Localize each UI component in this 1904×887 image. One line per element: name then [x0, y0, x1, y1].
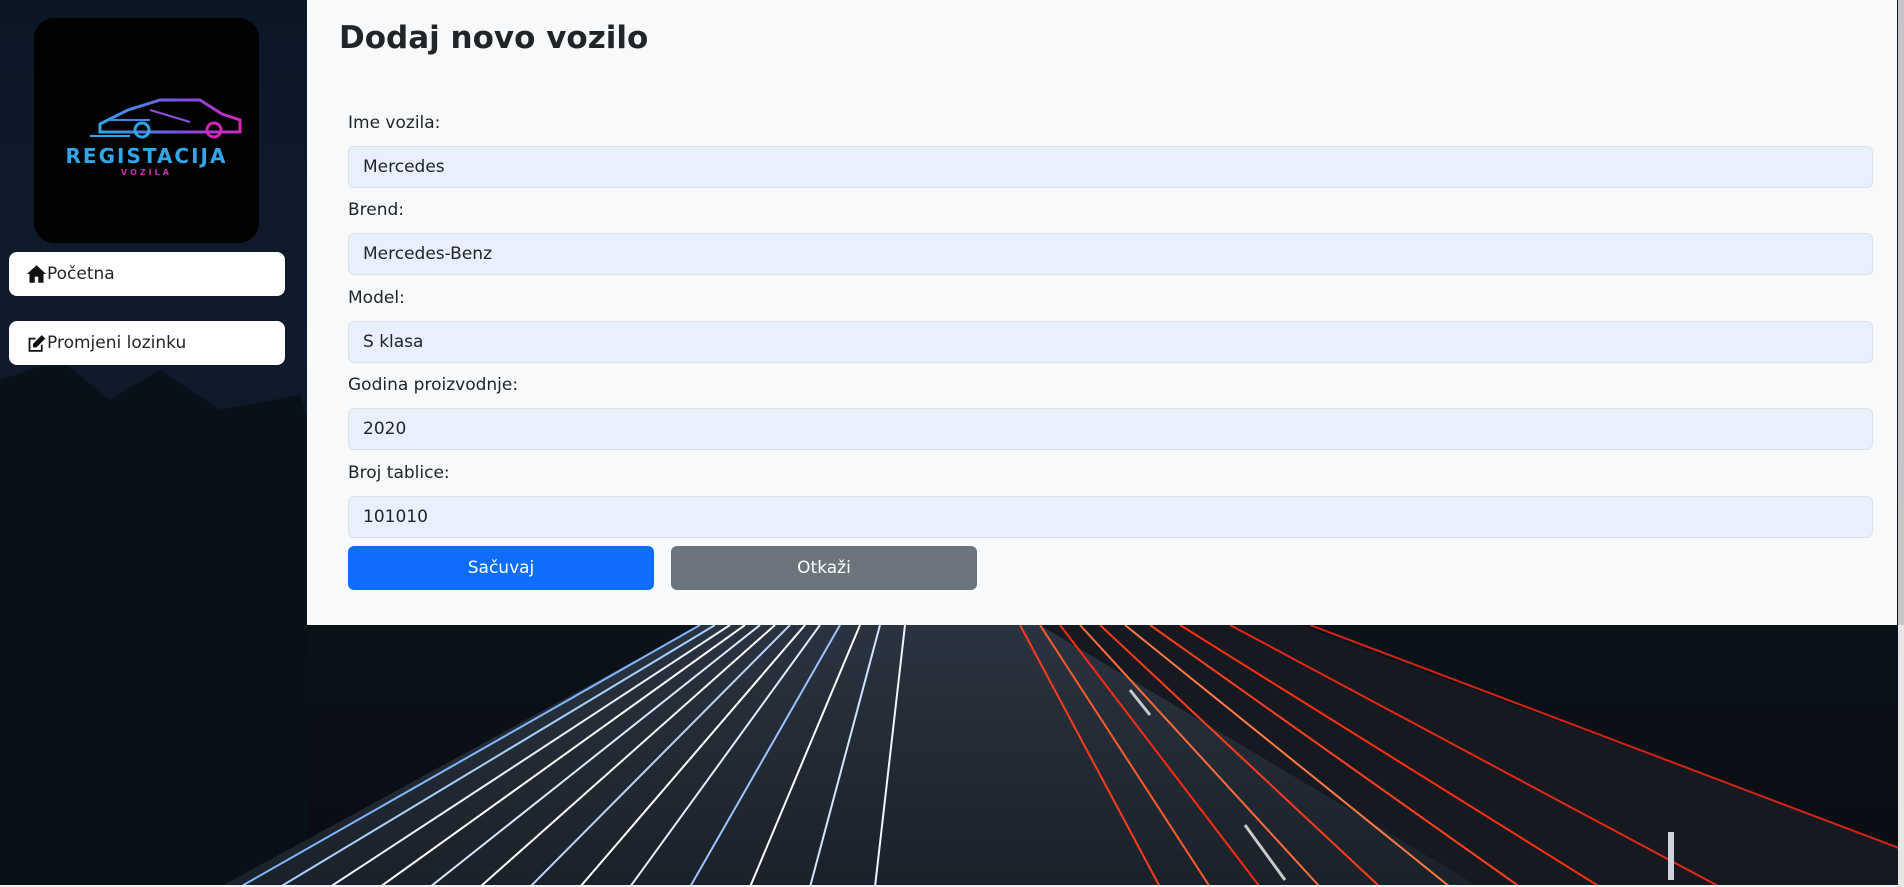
plate-number-input[interactable] — [348, 496, 1873, 538]
vehicle-name-input[interactable] — [348, 146, 1873, 188]
model-input[interactable] — [348, 321, 1873, 363]
nav-change-password-label: Promjeni lozinku — [47, 333, 187, 353]
nav-change-password-button[interactable]: Promjeni lozinku — [9, 321, 285, 365]
page-scrollbar[interactable] — [1898, 0, 1904, 887]
logo-subtitle: VOZILA — [121, 168, 172, 177]
save-button[interactable]: Sačuvaj — [348, 546, 654, 590]
add-vehicle-panel: Dodaj novo vozilo Ime vozila: Brend: Mod… — [307, 0, 1897, 625]
vehicle-name-label: Ime vozila: — [348, 113, 441, 133]
cancel-button[interactable]: Otkaži — [671, 546, 977, 590]
logo-title: REGISTACIJA — [65, 144, 228, 168]
production-year-label: Godina proizvodnje: — [348, 375, 519, 395]
home-icon — [26, 264, 47, 284]
nav-home-button[interactable]: Početna — [9, 252, 285, 296]
brand-input[interactable] — [348, 233, 1873, 275]
plate-number-label: Broj tablice: — [348, 463, 450, 483]
model-label: Model: — [348, 288, 405, 308]
scrollbar-thumb[interactable] — [1898, 0, 1904, 625]
page-title: Dodaj novo vozilo — [339, 20, 649, 56]
nav-home-label: Početna — [47, 264, 115, 284]
production-year-input[interactable] — [348, 408, 1873, 450]
app-logo: REGISTACIJA VOZILA — [34, 18, 259, 243]
edit-icon — [26, 333, 47, 353]
brand-label: Brend: — [348, 200, 405, 220]
car-logo-icon — [90, 98, 242, 139]
